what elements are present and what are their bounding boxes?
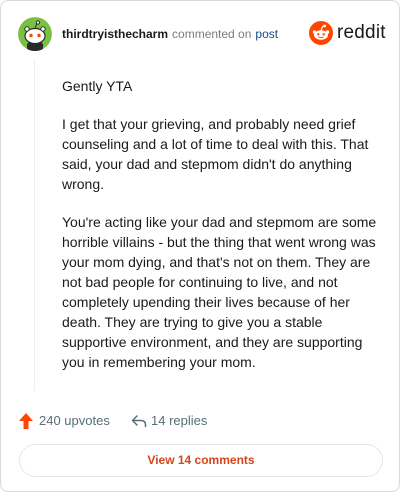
comment-paragraph: Gently YTA [62, 78, 133, 94]
comment-body: Gently YTA I get that your grieving, and… [62, 76, 378, 390]
reddit-brand[interactable]: reddit [309, 21, 386, 47]
post-link[interactable]: post [255, 27, 278, 41]
comment-header: thirdtryisthecharm commented on post reddi… [18, 17, 386, 51]
action-text: commented on [172, 27, 252, 41]
comment-card: thirdtryisthecharm commented on post reddi… [0, 0, 400, 492]
replies-count: 14 replies [151, 413, 208, 428]
brand-wordmark: reddit [337, 22, 386, 43]
view-comments-button[interactable]: View 14 comments [19, 444, 383, 477]
user-avatar[interactable] [18, 17, 52, 51]
reply-arrow-icon [131, 415, 147, 428]
username-link[interactable]: thirdtryisthecharm [62, 27, 168, 41]
comment-meta: thirdtryisthecharm commented on post [62, 26, 278, 42]
upvote-count: 240 upvotes [39, 413, 110, 428]
snoo-avatar-icon [18, 17, 52, 51]
comment-paragraph: I get that your grieving, and probably n… [62, 116, 369, 192]
upvote-arrow-icon [19, 413, 33, 429]
thread-line[interactable] [34, 59, 35, 391]
comment-paragraph: You're acting like your dad and stepmom … [62, 214, 377, 370]
reddit-logo-icon [309, 21, 333, 45]
